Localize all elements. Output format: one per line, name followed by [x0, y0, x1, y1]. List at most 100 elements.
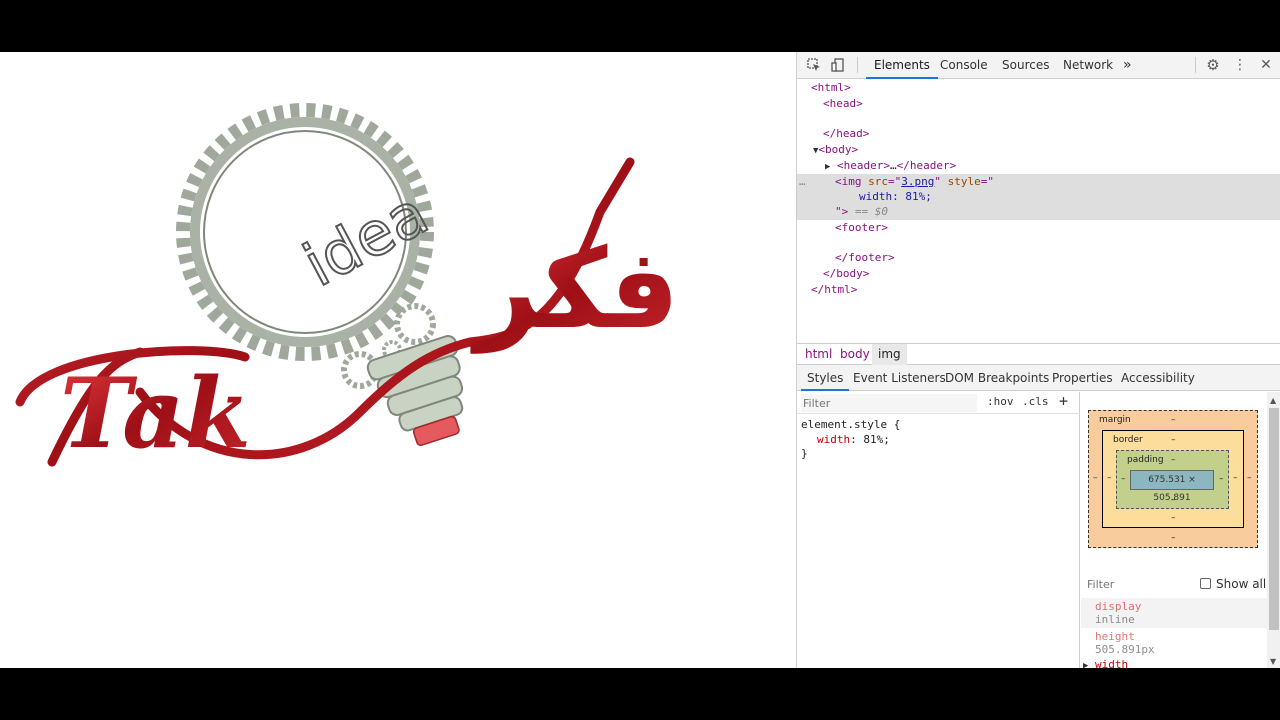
dom-node-actions[interactable]: …	[799, 174, 806, 190]
margin-right-value[interactable]: –	[1247, 473, 1252, 483]
computed-prop-value: inline	[1095, 613, 1135, 626]
dom-head-open[interactable]: <head>	[823, 96, 863, 112]
computed-prop-height[interactable]: height 505.891px	[1081, 628, 1275, 658]
box-model-border[interactable]: border – – – – padding – – – – 675.531 ×…	[1102, 430, 1244, 528]
scroll-down-icon[interactable]: ▼	[1270, 657, 1276, 666]
cls-toggle-button[interactable]: .cls	[1022, 395, 1049, 408]
style-rule-declaration[interactable]: width: 81%;	[817, 433, 890, 446]
dom-html-open[interactable]: <html>	[811, 80, 851, 96]
tab-network[interactable]: Network	[1055, 52, 1121, 79]
computed-pane: margin – – – – border – – – – padding – …	[1081, 392, 1280, 668]
dom-body-close[interactable]: </body>	[823, 266, 869, 282]
margin-left-value[interactable]: –	[1093, 473, 1098, 483]
logo-arabic-text: فكر	[470, 225, 679, 354]
computed-prop-width[interactable]: ▶ width	[1081, 658, 1275, 668]
dom-footer-close[interactable]: </footer>	[835, 250, 895, 266]
show-all-label[interactable]: Show all	[1216, 577, 1266, 591]
styles-filter-bar: :hov .cls +	[797, 392, 1080, 414]
dom-html-close[interactable]: </html>	[811, 282, 857, 298]
tag-text: </footer>	[835, 251, 895, 264]
tag-text: <footer>	[835, 221, 888, 234]
tag-text: <img	[835, 175, 862, 188]
computed-filter-input[interactable]: Filter	[1087, 578, 1114, 591]
scroll-thumb[interactable]	[1269, 408, 1279, 630]
dom-head-close[interactable]: </head>	[823, 126, 869, 142]
border-label: border	[1113, 435, 1143, 445]
box-model-padding[interactable]: padding – – – – 675.531 × 505.891	[1116, 450, 1229, 509]
attr-name: style	[947, 175, 981, 188]
dom-header-node[interactable]: ▶ <header>…</header>	[825, 158, 956, 174]
styles-filter-input[interactable]	[801, 394, 977, 412]
computed-prop-name: height	[1095, 630, 1135, 643]
dom-img-node[interactable]: <img src="3.png" style="	[835, 174, 994, 190]
tab-event-listeners[interactable]: Event Listeners	[847, 365, 952, 391]
tab-accessibility[interactable]: Accessibility	[1115, 365, 1201, 391]
dollar0-indicator: == $0	[854, 205, 888, 218]
computed-prop-value: 505.891px	[1095, 643, 1155, 656]
dom-footer-open[interactable]: <footer>	[835, 220, 888, 236]
attr-value: width: 81%;	[859, 190, 932, 203]
tab-styles[interactable]: Styles	[801, 365, 850, 391]
tab-properties[interactable]: Properties	[1046, 365, 1119, 391]
border-top-value[interactable]: –	[1171, 435, 1176, 445]
tag-text: <html>	[811, 81, 851, 94]
computed-scrollbar[interactable]: ▲ ▼	[1267, 392, 1280, 668]
tag-text: </html>	[811, 283, 858, 296]
sidebar-tabs: Styles Event Listeners DOM Breakpoints P…	[797, 365, 1280, 391]
img-src-link[interactable]: 3.png	[901, 175, 934, 188]
tak-idea-logo: idea Tak فكر	[15, 103, 679, 470]
breadcrumb-img[interactable]: img	[872, 344, 907, 365]
dom-body-open[interactable]: ▼<body>	[813, 142, 858, 158]
padding-right-value[interactable]: –	[1219, 474, 1224, 484]
tag-text: </header>	[896, 159, 957, 172]
margin-label: margin	[1099, 415, 1131, 425]
computed-filter-bar: Filter Show all	[1081, 572, 1280, 594]
scroll-up-icon[interactable]: ▲	[1270, 396, 1276, 405]
dom-img-close[interactable]: "> == $0	[835, 204, 888, 220]
border-left-value[interactable]: –	[1107, 473, 1112, 483]
device-toolbar-icon[interactable]	[829, 56, 847, 74]
tag-text: <head>	[823, 97, 863, 110]
styles-pane: :hov .cls + element.style { width: 81%; …	[797, 392, 1080, 668]
toolbar-separator	[1195, 57, 1196, 73]
style-rule-selector[interactable]: element.style {	[801, 418, 900, 431]
breadcrumb: html body img	[797, 343, 1280, 365]
new-style-rule-button[interactable]: +	[1059, 392, 1068, 410]
style-prop-value[interactable]: 81%;	[863, 433, 890, 446]
box-model-content[interactable]: 675.531 × 505.891	[1130, 470, 1214, 503]
margin-bottom-value[interactable]: –	[1171, 533, 1176, 543]
more-tabs-button[interactable]: »	[1115, 52, 1140, 79]
dom-tree: <html> <head> </head> ▼<body> ▶ <header>…	[797, 80, 1280, 342]
padding-left-value[interactable]: –	[1121, 474, 1126, 484]
show-all-checkbox[interactable]	[1200, 578, 1211, 589]
inspect-element-icon[interactable]	[805, 56, 823, 74]
tab-dom-breakpoints[interactable]: DOM Breakpoints	[939, 365, 1055, 391]
more-vert-icon[interactable]: ⋮	[1231, 56, 1249, 74]
tab-elements[interactable]: Elements	[866, 52, 938, 79]
box-model-margin[interactable]: margin – – – – border – – – – padding – …	[1088, 410, 1258, 548]
tag-text: </head>	[823, 127, 870, 140]
collapsed-triangle-icon[interactable]: ▶	[1083, 661, 1088, 668]
dom-img-style-value[interactable]: width: 81%;	[859, 189, 932, 205]
tag-text: <header>	[837, 159, 891, 172]
style-rule-close: }	[801, 447, 808, 460]
style-prop-name[interactable]: width	[817, 433, 850, 446]
breadcrumb-html[interactable]: html	[799, 344, 838, 365]
border-bottom-value[interactable]: –	[1171, 513, 1176, 523]
devtools-panel: Elements Console Sources Network » ⚙ ⋮ ✕…	[796, 52, 1280, 668]
ellipsis-text: …	[890, 159, 897, 172]
breadcrumb-body[interactable]: body	[834, 344, 876, 365]
tag-text: </body>	[823, 267, 870, 280]
tab-console[interactable]: Console	[932, 52, 996, 79]
border-right-value[interactable]: –	[1233, 473, 1238, 483]
close-icon[interactable]: ✕	[1257, 56, 1275, 74]
collapsed-triangle-icon[interactable]: ▶	[825, 162, 830, 172]
computed-prop-name: width	[1095, 658, 1129, 668]
settings-icon[interactable]: ⚙	[1204, 56, 1222, 74]
padding-top-value[interactable]: –	[1171, 455, 1176, 465]
computed-prop-display[interactable]: display inline	[1081, 598, 1275, 628]
logo-tak-text: Tak	[60, 357, 251, 470]
hov-toggle-button[interactable]: :hov	[987, 395, 1014, 408]
tab-sources[interactable]: Sources	[994, 52, 1057, 79]
margin-top-value[interactable]: –	[1171, 415, 1176, 425]
